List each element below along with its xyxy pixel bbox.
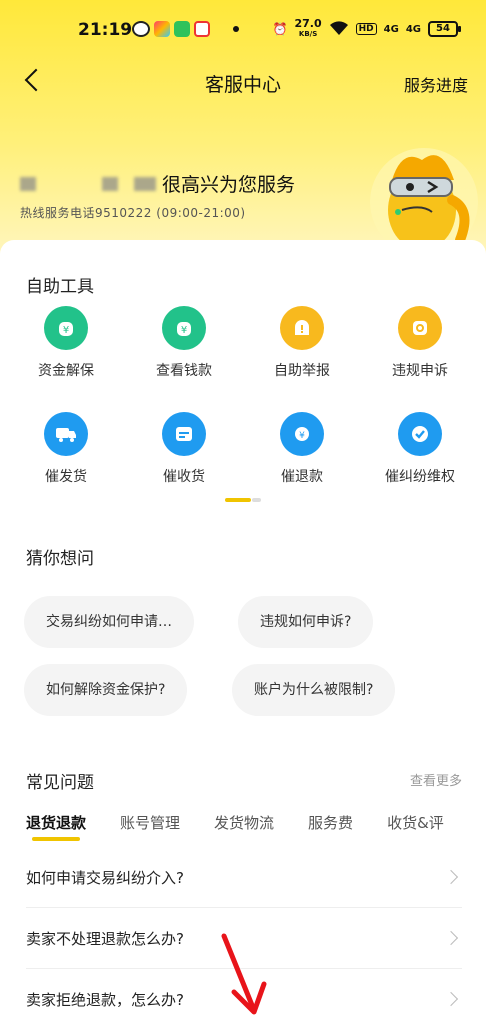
status-time: 21:19 xyxy=(78,20,133,40)
question-chip[interactable]: 账户为什么被限制? xyxy=(232,664,396,716)
redacted-name-1 xyxy=(20,176,36,191)
chevron-right-icon xyxy=(443,991,459,1007)
svg-text:¥: ¥ xyxy=(181,325,187,336)
tool-urge-refund[interactable]: ¥ 催退款 xyxy=(242,412,362,486)
question-text: 卖家拒绝退款，怎么办? xyxy=(26,991,184,1009)
tab-account[interactable]: 账号管理 xyxy=(120,812,180,833)
tab-receive[interactable]: 收货&评 xyxy=(387,812,444,833)
faq-title: 常见问题 xyxy=(26,773,94,793)
network-speed: 27.0 KB/S xyxy=(294,17,322,39)
faq-tabs: 退货退款 账号管理 发货物流 服务费 收货&评 xyxy=(26,812,444,841)
question-text: 如何申请交易纠纷介入? xyxy=(26,869,184,887)
red-app-icon xyxy=(194,21,210,37)
tool-label: 催发货 xyxy=(45,469,87,485)
tool-label: 自助举报 xyxy=(274,363,330,379)
tool-label: 违规申诉 xyxy=(392,363,448,379)
view-more-link[interactable]: 查看更多 xyxy=(410,770,462,789)
tool-view-funds[interactable]: ¥ 查看钱款 xyxy=(124,306,244,380)
greeting: 很高兴为您服务 xyxy=(20,170,295,197)
indicator-inactive xyxy=(252,498,261,502)
tool-violation-appeal[interactable]: 违规申诉 xyxy=(360,306,480,380)
question-chip[interactable]: 如何解除资金保护? xyxy=(24,664,188,716)
svg-text:¥: ¥ xyxy=(299,431,305,441)
greeting-text: 很高兴为您服务 xyxy=(162,174,296,196)
tool-urge-ship[interactable]: 催发货 xyxy=(6,412,126,486)
guess-title: 猜你想问 xyxy=(26,549,94,569)
more-notifications-dot xyxy=(233,26,239,32)
signal-2-icon: 4G xyxy=(405,23,421,35)
money-bag-icon: ¥ xyxy=(44,306,88,350)
tool-label: 资金解保 xyxy=(38,363,94,379)
question-chip[interactable]: 违规如何申诉? xyxy=(238,596,374,648)
question-chip[interactable]: 交易纠纷如何申请… xyxy=(24,596,194,648)
hotline-text: 热线服务电话9510222 (09:00-21:00) xyxy=(20,206,246,220)
service-progress-link[interactable]: 服务进度 xyxy=(404,72,468,96)
check-shield-icon xyxy=(398,412,442,456)
tool-urge-dispute[interactable]: 催纠纷维权 xyxy=(360,412,480,486)
appeal-icon xyxy=(398,306,442,350)
tool-label: 查看钱款 xyxy=(156,363,212,379)
truck-icon xyxy=(44,412,88,456)
chevron-right-icon xyxy=(443,869,459,885)
tool-label: 催退款 xyxy=(281,469,323,485)
tab-service-fee[interactable]: 服务费 xyxy=(308,812,353,833)
page-indicator xyxy=(225,498,261,502)
notification-icons xyxy=(132,21,210,37)
green-app-icon xyxy=(174,21,190,37)
nav-bar: 客服中心 服务进度 xyxy=(0,60,486,104)
tool-release-funds[interactable]: ¥ 资金解保 xyxy=(6,306,126,380)
tool-self-report[interactable]: 自助举报 xyxy=(242,306,362,380)
svg-text:¥: ¥ xyxy=(63,325,69,336)
chevron-right-icon xyxy=(443,930,459,946)
refund-icon: ¥ xyxy=(280,412,324,456)
status-right: ⏰ 27.0 KB/S HD 4G 4G 54 xyxy=(272,17,461,39)
indicator-active xyxy=(225,498,251,502)
alarm-icon: ⏰ xyxy=(272,22,288,36)
tool-label: 催纠纷维权 xyxy=(385,469,455,485)
question-text: 卖家不处理退款怎么办? xyxy=(26,930,184,948)
signal-1-icon: 4G xyxy=(383,23,399,35)
self-tools-title: 自助工具 xyxy=(26,277,94,297)
speed-unit: KB/S xyxy=(298,30,318,38)
wechat-icon xyxy=(132,21,150,37)
hd-badge: HD xyxy=(355,23,377,35)
wifi-icon xyxy=(329,20,349,39)
tab-shipping[interactable]: 发货物流 xyxy=(214,812,274,833)
package-icon xyxy=(162,412,206,456)
faq-question-row[interactable]: 如何申请交易纠纷介入? xyxy=(26,848,462,908)
money-search-icon: ¥ xyxy=(162,306,206,350)
status-bar: 21:19 ⏰ 27.0 KB/S HD 4G 4G 54 xyxy=(0,0,486,60)
redacted-name-3 xyxy=(134,176,156,191)
battery-icon: 54 xyxy=(428,21,461,37)
red-arrow-annotation xyxy=(221,933,267,1015)
report-icon xyxy=(280,306,324,350)
tool-label: 催收货 xyxy=(163,469,205,485)
tab-refund[interactable]: 退货退款 xyxy=(26,812,86,841)
speed-value: 27.0 xyxy=(294,17,322,30)
redacted-name-2 xyxy=(102,176,118,191)
tool-urge-receive[interactable]: 催收货 xyxy=(124,412,244,486)
colorful-app-icon xyxy=(154,21,170,37)
